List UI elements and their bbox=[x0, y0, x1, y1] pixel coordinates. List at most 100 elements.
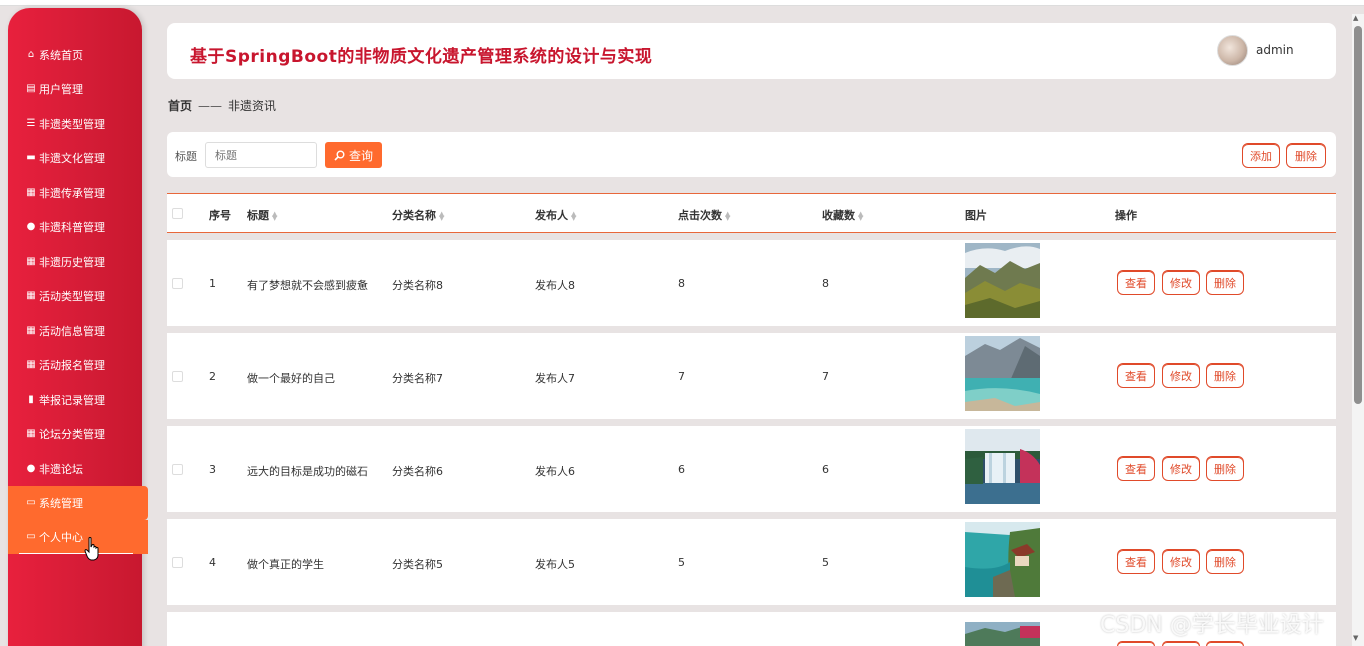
cell-favorites: 6 bbox=[822, 463, 829, 476]
view-button[interactable]: 查看 bbox=[1117, 363, 1155, 388]
grid-icon: ▦ bbox=[26, 359, 36, 370]
sidebar-item-label: 用户管理 bbox=[39, 83, 83, 96]
search-icon bbox=[334, 150, 345, 161]
sort-icon[interactable]: ▲ ▼ bbox=[858, 211, 863, 222]
app-header: 基于SpringBoot的非物质文化遗产管理系统的设计与实现 admin bbox=[167, 23, 1336, 79]
batch-delete-button[interactable]: 删除 bbox=[1286, 143, 1326, 168]
add-button-label: 添加 bbox=[1250, 149, 1272, 163]
thumbnail-image[interactable] bbox=[965, 522, 1040, 597]
sidebar-item-activity-types[interactable]: ▦ 活动类型管理 bbox=[8, 281, 142, 311]
cell-title: 做个真正的学生 bbox=[247, 558, 324, 571]
row-checkbox[interactable] bbox=[172, 278, 183, 289]
cell-category: 分类名称7 bbox=[392, 372, 443, 385]
column-header-actions: 操作 bbox=[1115, 209, 1137, 222]
column-header-clicks[interactable]: 点击次数 ▲ ▼ bbox=[678, 207, 730, 223]
sidebar-item-label: 非遗传承管理 bbox=[39, 187, 105, 200]
ticket-icon: ▬ bbox=[26, 152, 36, 163]
avatar[interactable] bbox=[1217, 35, 1248, 66]
sort-icon[interactable]: ▲ ▼ bbox=[272, 211, 277, 222]
sort-icon[interactable]: ▲ ▼ bbox=[439, 211, 444, 222]
breadcrumb: 首页 —— 非遗资讯 bbox=[168, 97, 276, 114]
edit-button[interactable]: 修改 bbox=[1162, 456, 1200, 481]
sidebar-item-label: 系统管理 bbox=[39, 497, 83, 510]
sidebar-item-heritage-culture[interactable]: ▬ 非遗文化管理 bbox=[8, 143, 142, 173]
thumbnail-image[interactable] bbox=[965, 429, 1040, 504]
sidebar-item-label: 活动信息管理 bbox=[39, 325, 105, 338]
sidebar-item-label: 举报记录管理 bbox=[39, 394, 105, 407]
row-checkbox[interactable] bbox=[172, 464, 183, 475]
breadcrumb-home[interactable]: 首页 bbox=[168, 99, 192, 113]
view-button[interactable]: 查看 bbox=[1117, 549, 1155, 574]
search-bar: 标题 查询 添加 删除 bbox=[167, 132, 1336, 177]
sort-icon[interactable]: ▲ ▼ bbox=[725, 211, 730, 222]
add-button[interactable]: 添加 bbox=[1242, 143, 1280, 168]
username[interactable]: admin bbox=[1256, 43, 1294, 57]
sidebar-item-forum-categories[interactable]: ▦ 论坛分类管理 bbox=[8, 419, 142, 449]
thumbnail-image[interactable] bbox=[965, 336, 1040, 411]
view-button[interactable]: 查看 bbox=[1117, 456, 1155, 481]
thumbnail-image[interactable] bbox=[965, 622, 1040, 646]
grid-icon: ▦ bbox=[26, 428, 36, 439]
delete-button[interactable]: 删除 bbox=[1206, 456, 1244, 481]
sidebar-item-home[interactable]: ⌂ 系统首页 bbox=[8, 40, 142, 70]
edit-button[interactable]: 修改 bbox=[1162, 363, 1200, 388]
sliders-icon: ☰ bbox=[26, 118, 36, 129]
scroll-down-icon[interactable]: ▼ bbox=[1353, 634, 1358, 642]
batch-delete-button-label: 删除 bbox=[1295, 149, 1317, 163]
query-button[interactable]: 查询 bbox=[325, 142, 382, 168]
hand-cursor-icon bbox=[84, 537, 99, 561]
sidebar-item-heritage-inheritance[interactable]: ▦ 非遗传承管理 bbox=[8, 178, 142, 208]
view-button[interactable] bbox=[1117, 641, 1155, 646]
cell-favorites: 7 bbox=[822, 370, 829, 383]
row-checkbox[interactable] bbox=[172, 557, 183, 568]
scrollbar-thumb[interactable] bbox=[1354, 26, 1362, 404]
sidebar-item-users[interactable]: ▤ 用户管理 bbox=[8, 74, 142, 104]
edit-button[interactable]: 修改 bbox=[1162, 270, 1200, 295]
delete-button[interactable]: 删除 bbox=[1206, 549, 1244, 574]
sidebar-item-heritage-history[interactable]: ▦ 非遗历史管理 bbox=[8, 247, 142, 277]
table-header: 序号 标题 ▲ ▼ 分类名称 ▲ ▼ 发布人 ▲ ▼ 点击次数 ▲ ▼ 收藏数 ▲ ▼ 图片 操作 bbox=[167, 193, 1336, 233]
view-button[interactable]: 查看 bbox=[1117, 270, 1155, 295]
row-checkbox[interactable] bbox=[172, 371, 183, 382]
sidebar-item-heritage-science[interactable]: ● 非遗科普管理 bbox=[8, 212, 142, 242]
cell-category: 分类名称8 bbox=[392, 279, 443, 292]
delete-button[interactable]: 删除 bbox=[1206, 270, 1244, 295]
cell-index: 4 bbox=[209, 556, 216, 569]
sidebar-item-label: 非遗科普管理 bbox=[39, 221, 105, 234]
cell-title: 远大的目标是成功的磁石 bbox=[247, 465, 368, 478]
select-all-checkbox[interactable] bbox=[172, 208, 183, 219]
sidebar-item-label: 个人中心 bbox=[39, 531, 83, 544]
breadcrumb-separator: —— bbox=[198, 99, 223, 113]
thumbnail-image[interactable] bbox=[965, 243, 1040, 318]
sidebar-item-label: 系统首页 bbox=[39, 49, 83, 62]
scroll-up-icon[interactable]: ▲ bbox=[1353, 14, 1358, 22]
column-header-title[interactable]: 标题 ▲ ▼ bbox=[247, 207, 277, 223]
sidebar-item-label: 论坛分类管理 bbox=[39, 428, 105, 441]
cell-publisher: 发布人7 bbox=[535, 372, 575, 385]
page-title: 基于SpringBoot的非物质文化遗产管理系统的设计与实现 bbox=[190, 47, 653, 67]
clipboard-icon: ▤ bbox=[26, 83, 36, 94]
grid-icon: ▦ bbox=[26, 256, 36, 267]
sort-icon[interactable]: ▲ ▼ bbox=[571, 211, 576, 222]
sidebar-item-reports[interactable]: ▮ 举报记录管理 bbox=[8, 385, 142, 415]
column-header-category[interactable]: 分类名称 ▲ ▼ bbox=[392, 207, 444, 223]
sidebar-item-profile[interactable]: ▭ 个人中心 bbox=[8, 520, 148, 554]
grid-icon: ▦ bbox=[26, 187, 36, 198]
edit-button[interactable]: 修改 bbox=[1162, 549, 1200, 574]
sidebar-item-system[interactable]: ▭ 系统管理 bbox=[8, 486, 148, 520]
cell-publisher: 发布人8 bbox=[535, 279, 575, 292]
column-header-index: 序号 bbox=[209, 209, 231, 222]
sidebar-item-activity-info[interactable]: ▦ 活动信息管理 bbox=[8, 316, 142, 346]
table-row: 4 做个真正的学生 分类名称5 发布人5 5 5 查看 修改 删除 bbox=[167, 519, 1336, 605]
edit-button[interactable] bbox=[1162, 641, 1200, 646]
column-header-publisher[interactable]: 发布人 ▲ ▼ bbox=[535, 207, 576, 223]
delete-button[interactable] bbox=[1206, 641, 1244, 646]
sidebar-item-activity-signup[interactable]: ▦ 活动报名管理 bbox=[8, 350, 142, 380]
title-search-input[interactable] bbox=[205, 142, 317, 168]
sidebar-item-heritage-types[interactable]: ☰ 非遗类型管理 bbox=[8, 109, 142, 139]
sidebar-item-forum[interactable]: ● 非遗论坛 bbox=[8, 454, 142, 484]
column-header-favorites[interactable]: 收藏数 ▲ ▼ bbox=[822, 207, 863, 223]
delete-button[interactable]: 删除 bbox=[1206, 363, 1244, 388]
cell-category: 分类名称5 bbox=[392, 558, 443, 571]
cell-title: 有了梦想就不会感到疲惫 bbox=[247, 279, 368, 292]
